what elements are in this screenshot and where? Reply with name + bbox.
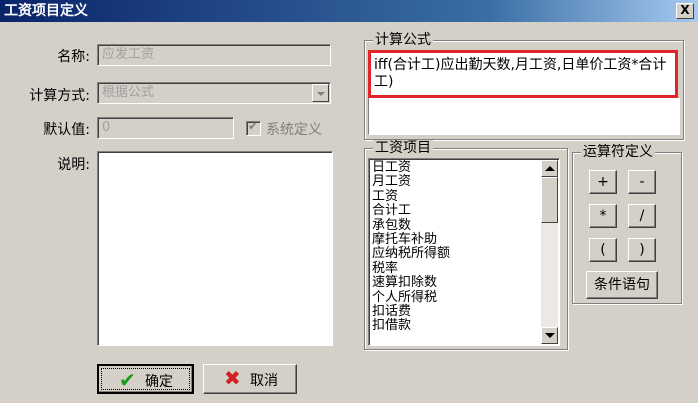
list-item[interactable]: 工资	[372, 189, 539, 204]
default-value-label: 默认值:	[43, 122, 90, 138]
list-item[interactable]: 个人所得税	[372, 290, 539, 305]
formula-textarea[interactable]: iff(合计工)应出勤天数,月工资,日单价工资*合计工)	[368, 50, 678, 98]
cancel-label: 取消	[250, 373, 278, 389]
calc-method-select[interactable]: 根据公式	[97, 82, 331, 104]
chevron-down-icon[interactable]	[312, 84, 329, 102]
ok-label: 确定	[145, 374, 173, 390]
salary-item-dialog: 工资项目定义 X 名称: 应发工资 计算方式: 根据公式 默认值: 0 系统定义…	[0, 0, 698, 403]
plus-button[interactable]: +	[589, 170, 617, 194]
list-item[interactable]: 承包数	[372, 218, 539, 233]
vertical-scrollbar[interactable]	[541, 160, 558, 344]
list-item[interactable]: 合计工	[372, 203, 539, 218]
list-item[interactable]: 速算扣除数	[372, 275, 539, 290]
scroll-up-icon[interactable]	[541, 160, 558, 177]
cross-icon: ✖	[224, 366, 241, 390]
calc-method-label: 计算方式:	[29, 88, 90, 104]
multiply-button[interactable]: *	[589, 204, 617, 228]
default-value: 0	[102, 120, 111, 135]
scroll-down-icon[interactable]	[541, 327, 558, 344]
list-item[interactable]: 税率	[372, 261, 539, 276]
right-paren-button[interactable]: )	[628, 238, 656, 262]
calc-method-value: 根据公式	[102, 85, 155, 100]
left-paren-button[interactable]: (	[589, 238, 617, 262]
list-item[interactable]: 日工资	[372, 160, 539, 175]
formula-group-title: 计算公式	[373, 32, 433, 48]
system-def-checkbox[interactable]	[246, 119, 261, 136]
condition-statement-button[interactable]: 条件语句	[586, 271, 658, 299]
description-textarea[interactable]	[97, 151, 333, 346]
name-value: 应发工资	[102, 47, 155, 62]
system-def-label: 系统定义	[266, 122, 322, 138]
close-button[interactable]: X	[676, 3, 694, 19]
default-value-field[interactable]: 0	[97, 117, 234, 139]
list-item[interactable]: 扣话费	[372, 304, 539, 319]
name-field[interactable]: 应发工资	[97, 44, 331, 66]
title-bar[interactable]: 工资项目定义 X	[0, 0, 698, 22]
description-label: 说明:	[57, 157, 90, 173]
list-item[interactable]: 扣借款	[372, 319, 539, 334]
list-item[interactable]: 月工资	[372, 174, 539, 189]
formula-text: iff(合计工)应出勤天数,月工资,日单价工资*合计工)	[374, 57, 667, 90]
name-label: 名称:	[57, 49, 90, 65]
ok-button[interactable]: ✔ 确定	[97, 364, 194, 394]
divide-button[interactable]: /	[628, 204, 656, 228]
scroll-thumb[interactable]	[541, 177, 558, 223]
salary-items-container: 日工资 月工资 工资 合计工 承包数 摩托车补助 应纳税所得额 税率 速算扣除数 个人所得税 扣话费…	[372, 160, 539, 334]
formula-area-lower[interactable]	[368, 98, 680, 135]
operators-group-title: 运算符定义	[581, 144, 655, 160]
checkmark-icon: ✔	[119, 368, 136, 392]
salary-items-list[interactable]: 日工资 月工资 工资 合计工 承包数 摩托车补助 应纳税所得额 税率 速算扣除数 个人所得税 扣话费…	[368, 158, 560, 346]
salary-items-group-title: 工资项目	[373, 140, 433, 156]
window-title: 工资项目定义	[4, 3, 88, 19]
cancel-button[interactable]: ✖ 取消	[203, 364, 297, 394]
minus-button[interactable]: -	[628, 170, 656, 194]
list-item[interactable]: 应纳税所得额	[372, 247, 539, 262]
